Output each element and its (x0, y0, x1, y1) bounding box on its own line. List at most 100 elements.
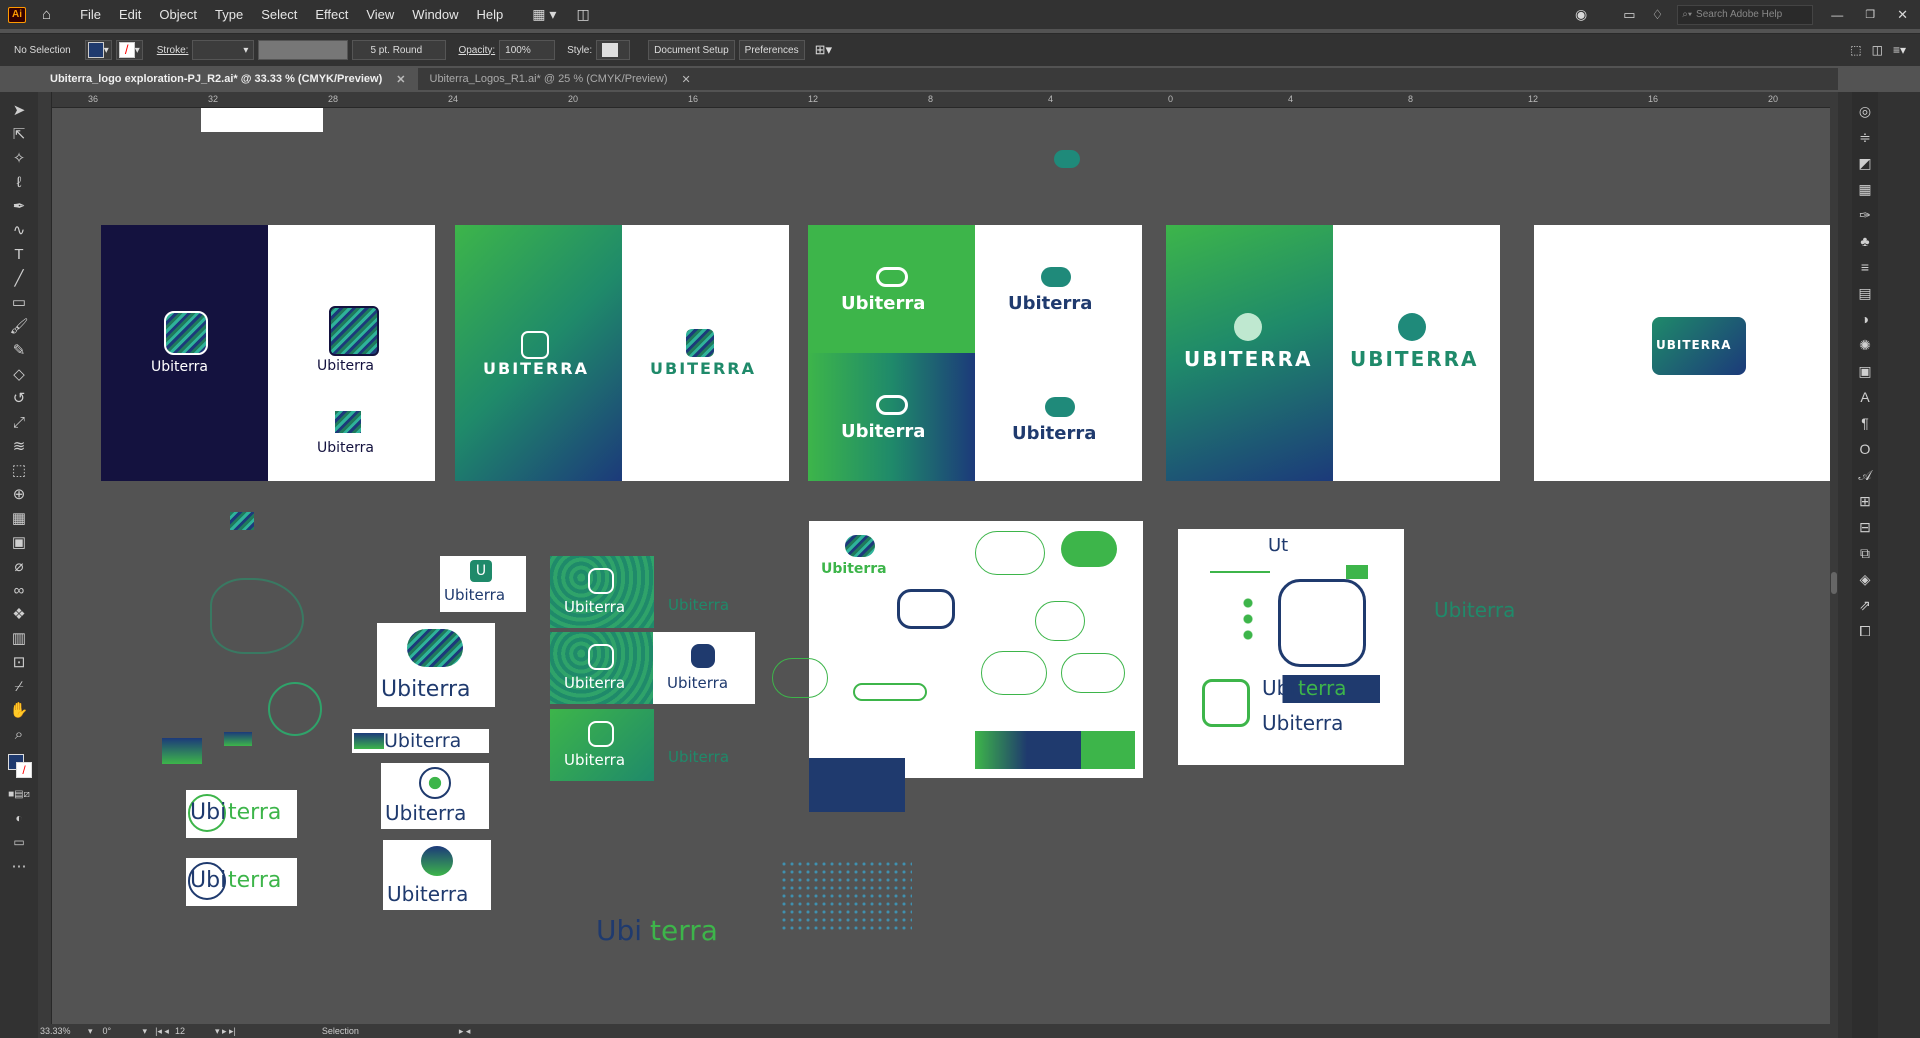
blend-tool-icon[interactable]: ∞ (7, 579, 31, 601)
menu-type[interactable]: Type (206, 7, 252, 22)
libraries-icon[interactable]: ◎ (1855, 100, 1875, 122)
logo-variant[interactable]: Ubiterra (383, 840, 491, 910)
home-icon[interactable]: ⌂ (42, 6, 51, 23)
stroke-swatch[interactable]: / ▾ (115, 40, 143, 60)
line-tool-icon[interactable]: ╱ (7, 267, 31, 289)
graphic-styles-icon[interactable]: ▣ (1855, 360, 1875, 382)
rotate-tool-icon[interactable]: ↺ (7, 387, 31, 409)
rectangle-tool-icon[interactable]: ▭ (7, 291, 31, 313)
logo-variant[interactable]: Ubi terra (186, 858, 297, 906)
gradient-panel-icon[interactable]: ▤ (1855, 282, 1875, 304)
warp-tool-icon[interactable]: ≋ (7, 435, 31, 457)
swatches-icon[interactable]: ▦ (1855, 178, 1875, 200)
search-box[interactable]: ⌕▾ Search Adobe Help (1677, 4, 1814, 25)
share-icon[interactable]: ▭ (1623, 7, 1635, 23)
pathfinder-icon[interactable]: ⧉ (1855, 542, 1875, 564)
artboard-1[interactable]: Ubiterra Ubiterra Ubiterra (101, 225, 435, 481)
align-icon[interactable]: ⊟ (1855, 516, 1875, 538)
document-setup-button[interactable]: Document Setup (648, 40, 735, 60)
artboard-tool-icon[interactable]: ⊡ (7, 651, 31, 673)
artboard-number[interactable]: 12 (175, 1026, 185, 1036)
color-mode-icon[interactable]: ■▤⧄ (7, 783, 31, 805)
zoom-level[interactable]: 33.33% (40, 1026, 88, 1036)
artboard-7[interactable]: Ut Ubi terra Ubiterra (1178, 529, 1404, 765)
pattern-tile[interactable]: Ubiterra (550, 556, 654, 628)
fill-stroke-icon[interactable]: / (6, 752, 32, 782)
artboard-3[interactable]: Ubiterra Ubiterra Ubiterra Ubiterra (808, 225, 1142, 481)
stroke-panel-icon[interactable]: ≡ (1855, 256, 1875, 278)
arrange-documents-icon[interactable]: ◫ (576, 6, 589, 23)
layers-stack-icon[interactable]: ◈ (1855, 568, 1875, 590)
variable-width-profile[interactable] (258, 40, 349, 60)
transform-icon[interactable]: ⊞▾ (815, 42, 832, 58)
lasso-icon[interactable]: ℓ (7, 171, 31, 193)
artboard-4[interactable]: UBITERRA UBITERRA (1166, 225, 1500, 481)
close-icon[interactable]: ✕ (681, 73, 690, 86)
character-icon[interactable]: A (1855, 386, 1875, 408)
status-menu-icon[interactable]: ▸ ◂ (459, 1026, 471, 1037)
next-artboard-icon[interactable]: ▾ ▸ ▸| (215, 1026, 236, 1037)
logo-variant[interactable]: U Ubiterra (440, 556, 526, 612)
menu-file[interactable]: File (71, 7, 110, 22)
brush-definition[interactable]: 5 pt. Round (352, 40, 447, 60)
scroll-thumb[interactable] (1831, 572, 1837, 594)
direct-selection-tool-icon[interactable]: ⇱ (7, 123, 31, 145)
restore-button[interactable]: ❐ (1865, 8, 1875, 21)
pencil-icon[interactable]: ✎ (7, 339, 31, 361)
paintbrush-icon[interactable]: 🖌 (7, 315, 31, 337)
symbols-icon[interactable]: ♣ (1855, 230, 1875, 252)
zoom-dropdown-icon[interactable]: ▾ (88, 1026, 93, 1037)
graph-tool-icon[interactable]: ▥ (7, 627, 31, 649)
appearance-icon[interactable]: ✺ (1855, 334, 1875, 356)
symbol-sprayer-icon[interactable]: ❖ (7, 603, 31, 625)
eraser-icon[interactable]: ◇ (7, 363, 31, 385)
tab-logo-exploration[interactable]: Ubiterra_logo exploration-PJ_R2.ai* @ 33… (38, 68, 418, 90)
user-icon[interactable]: ◉ (1575, 6, 1587, 23)
pattern-tile[interactable]: Ubiterra (550, 709, 654, 781)
asset-export-icon[interactable]: ⇗ (1855, 594, 1875, 616)
hand-tool-icon[interactable]: ✋ (7, 699, 31, 721)
opacity-field[interactable]: 100% (499, 40, 556, 60)
artboard-2[interactable]: UBITERRA UBITERRA (455, 225, 789, 481)
menu-effect[interactable]: Effect (306, 7, 357, 22)
more-tools-icon[interactable]: ⋯ (7, 855, 31, 877)
close-icon[interactable]: ✕ (396, 73, 405, 86)
transparency-icon[interactable]: ◑ (1855, 308, 1875, 330)
logo-variant[interactable]: Ubiterra (653, 632, 755, 704)
logo-variant[interactable]: Ubiterra (377, 623, 495, 707)
free-transform-icon[interactable]: ⬚ (7, 459, 31, 481)
menu-object[interactable]: Object (150, 7, 206, 22)
first-artboard-icon[interactable]: |◂ ◂ (155, 1026, 169, 1037)
vertical-scrollbar[interactable] (1830, 92, 1838, 1024)
tab-logos-r1[interactable]: Ubiterra_Logos_R1.ai* @ 25 % (CMYK/Previ… (418, 68, 703, 90)
logo-variant[interactable]: Ubiterra (381, 763, 489, 829)
panel-icons[interactable]: ⬚ ◫ ≡▾ (1850, 43, 1906, 57)
logo-variant[interactable]: Ubiterra (352, 729, 489, 753)
magic-wand-icon[interactable]: ✧ (7, 147, 31, 169)
canvas[interactable]: Ubiterra Ubiterra Ubiterra UBITERRA UBIT… (52, 108, 1830, 1024)
stroke-weight-field[interactable]: ▾ (192, 40, 255, 60)
minimize-button[interactable]: — (1831, 8, 1843, 22)
transform-panel-icon[interactable]: ⊞ (1855, 490, 1875, 512)
slice-tool-icon[interactable]: ⌿ (7, 675, 31, 697)
pattern-tile[interactable]: Ubiterra (550, 632, 654, 704)
curvature-tool-icon[interactable]: ∿ (7, 219, 31, 241)
selection-tool-icon[interactable]: ➤ (7, 99, 31, 121)
logo-variant[interactable]: Ubi terra (186, 790, 297, 838)
menu-edit[interactable]: Edit (110, 7, 150, 22)
properties-icon[interactable]: ≑ (1855, 126, 1875, 148)
fill-swatch[interactable]: ▾ (84, 40, 112, 60)
rotate-dropdown-icon[interactable]: ▾ (143, 1026, 148, 1037)
gradient-tool-icon[interactable]: ▣ (7, 531, 31, 553)
zoom-tool-icon[interactable]: ⌕ (7, 723, 31, 745)
type-tool-icon[interactable]: T (7, 243, 31, 265)
paragraph-icon[interactable]: ¶ (1855, 412, 1875, 434)
opentype-icon[interactable]: O (1855, 438, 1875, 460)
discover-icon[interactable]: ♢ (1652, 7, 1664, 23)
artboards-icon[interactable]: ⧠ (1855, 620, 1875, 642)
eyedropper-icon[interactable]: ⌀ (7, 555, 31, 577)
graphic-style-swatch[interactable] (596, 40, 631, 60)
artboard-6[interactable]: Ubiterra (809, 521, 1143, 778)
layers-panel-icon[interactable]: ◩ (1855, 152, 1875, 174)
glyphs-icon[interactable]: 𝒜 (1855, 464, 1875, 486)
